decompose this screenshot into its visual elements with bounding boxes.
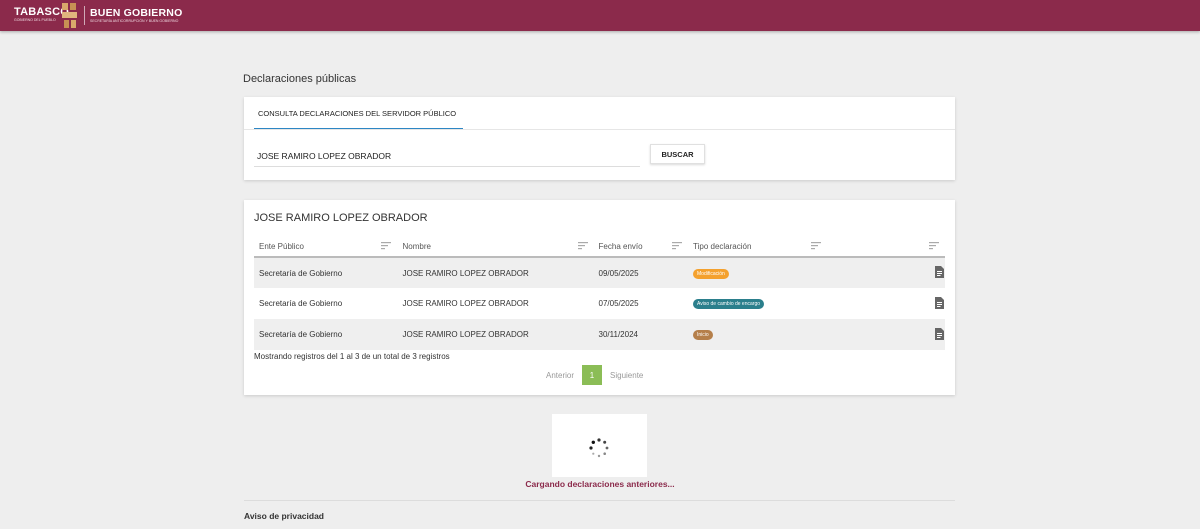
cell-tipo: Inicio: [688, 319, 827, 350]
status-badge: Inicio: [693, 330, 713, 340]
sort-icon[interactable]: [672, 242, 682, 250]
cell-tipo: Modificación: [688, 257, 827, 288]
cell-action: [826, 257, 945, 288]
header-divider: [84, 6, 85, 25]
cell-ente: Secretaría de Gobierno: [254, 319, 398, 350]
column-label: Nombre: [402, 241, 431, 251]
results-card: JOSE RAMIRO LOPEZ OBRADOR Ente Público N…: [244, 200, 955, 395]
cell-nombre: JOSE RAMIRO LOPEZ OBRADOR: [402, 299, 529, 308]
loading-text: Cargando declaraciones anteriores...: [525, 479, 675, 489]
cell-action: [827, 288, 945, 319]
column-label: Tipo declaración: [693, 241, 752, 251]
table-header-row: Ente Público Nombre Fecha envío Tipo dec…: [254, 236, 945, 258]
cell-action: [826, 319, 945, 350]
column-label: Ente Público: [259, 241, 304, 251]
status-badge: Modificación: [693, 268, 729, 279]
results-table: Ente Público Nombre Fecha envío Tipo dec…: [254, 236, 945, 350]
cell-ente: Secretaría de Gobierno: [254, 257, 398, 288]
logo-secondary-text: BUEN GOBIERNO: [90, 7, 183, 19]
column-label: Fecha envío: [598, 241, 643, 251]
buen-gobierno-logo[interactable]: BUEN GOBIERNO SECRETARÍA ANTICORRUPCIÓN …: [90, 8, 182, 24]
tab-consulta-declaraciones[interactable]: CONSULTA DECLARACIONES DEL SERVIDOR PÚBL…: [254, 109, 463, 130]
column-header-ente[interactable]: Ente Público: [254, 236, 398, 258]
pager-current-page[interactable]: 1: [582, 365, 603, 385]
cell-fecha: 09/05/2025: [593, 257, 688, 288]
footer-divider: [244, 500, 955, 501]
status-badge: Aviso de cambio de encargo: [693, 299, 765, 309]
cell-fecha: 07/05/2025: [598, 299, 639, 308]
column-header-actions[interactable]: [826, 236, 945, 258]
sort-icon[interactable]: [381, 242, 392, 250]
search-card: CONSULTA DECLARACIONES DEL SERVIDOR PÚBL…: [244, 97, 955, 180]
page-title: Declaraciones públicas: [243, 73, 357, 85]
cell-nombre: JOSE RAMIRO LOPEZ OBRADOR: [397, 319, 594, 350]
spinner-icon: [589, 438, 609, 458]
document-icon[interactable]: [934, 266, 945, 278]
table-row: Secretaría de Gobierno JOSE RAMIRO LOPEZ…: [254, 319, 945, 350]
top-header-bar: TABASCO GOBIERNO DEL PUEBLO BUEN GOBIERN…: [0, 0, 1200, 31]
tab-underline: [244, 129, 955, 130]
cell-ente: Secretaría de Gobierno: [259, 299, 343, 308]
column-header-tipo[interactable]: Tipo declaración: [688, 236, 827, 258]
document-icon[interactable]: [934, 327, 945, 340]
cell-nombre: JOSE RAMIRO LOPEZ OBRADOR: [397, 257, 594, 288]
column-header-nombre[interactable]: Nombre: [397, 236, 594, 258]
cell-tipo: Aviso de cambio de encargo: [688, 288, 827, 319]
cell-fecha: 30/11/2024: [593, 319, 688, 350]
pager-prev[interactable]: Anterior: [546, 371, 574, 380]
table-row: Secretaría de Gobierno JOSE RAMIRO LOPEZ…: [254, 257, 945, 288]
records-count: Mostrando registros del 1 al 3 de un tot…: [254, 352, 450, 361]
sort-icon[interactable]: [929, 242, 939, 250]
emblem-icon: [62, 3, 77, 28]
search-button[interactable]: BUSCAR: [650, 144, 705, 164]
results-title: JOSE RAMIRO LOPEZ OBRADOR: [254, 212, 428, 224]
sort-icon[interactable]: [810, 242, 821, 250]
column-header-fecha[interactable]: Fecha envío: [593, 236, 688, 258]
pagination: Anterior 1 Siguiente: [546, 365, 643, 385]
table-row: Secretaría de Gobierno JOSE RAMIRO LOPEZ…: [254, 288, 945, 319]
privacy-link[interactable]: Aviso de privacidad: [244, 511, 324, 521]
document-icon[interactable]: [934, 296, 945, 309]
search-input[interactable]: [254, 145, 640, 167]
logo-secondary-subtext: SECRETARÍA ANTICORRUPCIÓN Y BUEN GOBIERN…: [90, 19, 179, 23]
sort-icon[interactable]: [577, 242, 588, 250]
pager-next[interactable]: Siguiente: [610, 371, 643, 380]
